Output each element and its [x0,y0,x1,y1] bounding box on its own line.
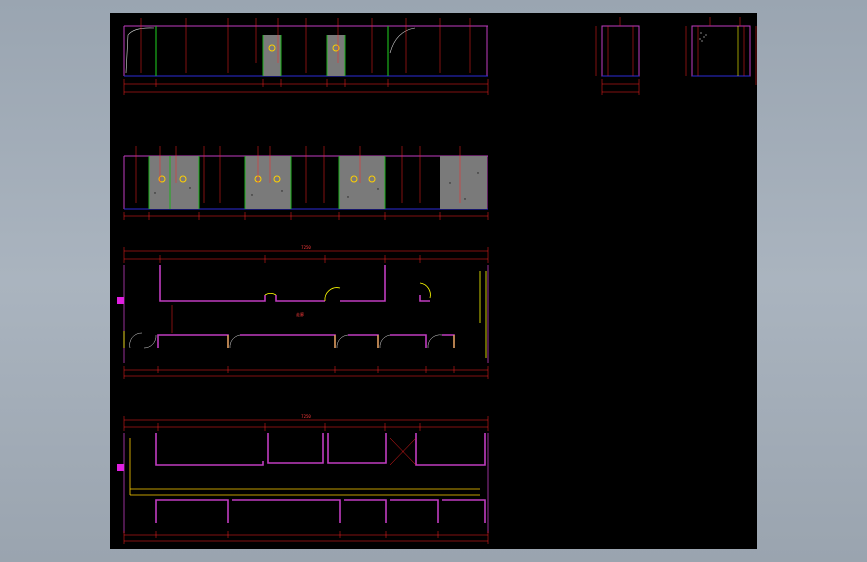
cad-drawing: 7250 走廊 7250 [117,17,757,544]
level-marker [117,297,124,304]
elevation-view-1 [123,18,489,95]
plan2-total-dimension: 7250 [301,414,311,419]
drawing-viewport[interactable]: 7250 走廊 7250 [110,13,757,549]
elevation-view-small-b [685,17,757,85]
floor-plan-2: 7250 [117,414,489,544]
panel [327,35,345,76]
plan1-room-label: 走廊 [296,311,304,317]
elevation-view-2 [123,146,489,220]
floor-plan-1: 7250 走廊 [117,245,489,379]
level-marker [117,464,124,471]
elevation-view-small-a [595,17,640,95]
panel [263,35,281,76]
plan1-total-dimension: 7250 [301,245,311,250]
